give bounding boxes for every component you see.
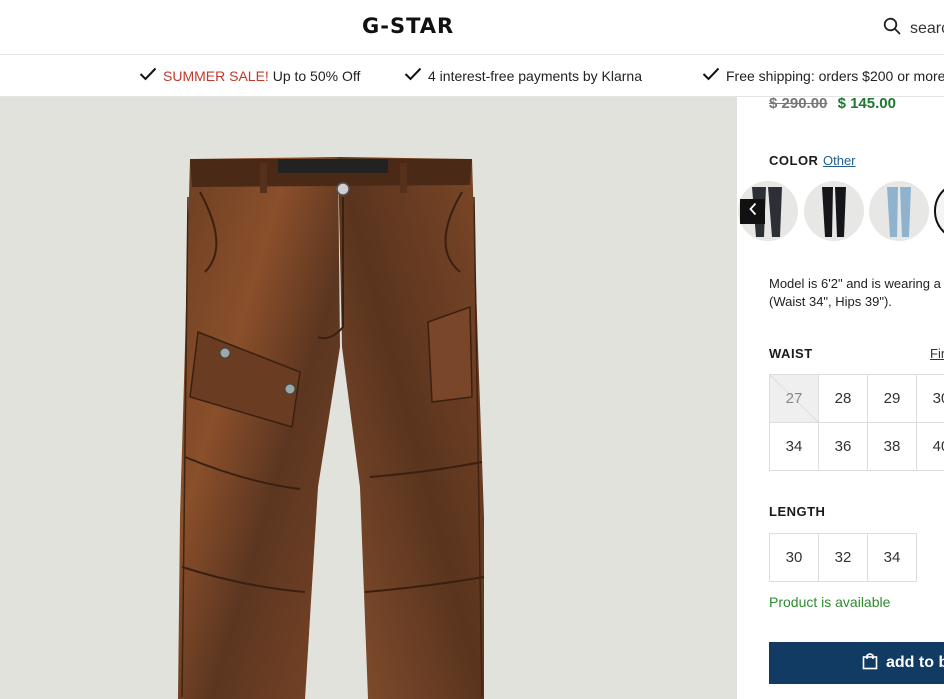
pants-illustration [178, 157, 485, 699]
length-size-grid: 30 32 34 [769, 533, 917, 582]
usp-item-sale[interactable]: SUMMER SALE! Up to 50% Off [139, 67, 360, 84]
search-icon[interactable] [883, 17, 901, 40]
waist-size-option[interactable]: 29 [868, 375, 917, 423]
model-info-line-2: (Waist 34", Hips 39"). [769, 294, 892, 309]
color-swatch-light-blue[interactable] [869, 181, 929, 241]
waist-size-option[interactable]: 34 [770, 423, 819, 471]
search-bar[interactable]: searc [883, 17, 944, 40]
color-swatch-selected[interactable] [934, 181, 944, 241]
search-input[interactable]: searc [910, 20, 944, 38]
model-info: Model is 6'2" and is wearing a (Waist 34… [769, 275, 941, 311]
add-to-bag-label: add to b [886, 654, 944, 671]
sale-price: $ 145.00 [837, 97, 896, 112]
length-size-option[interactable]: 32 [819, 534, 868, 582]
brand-logo[interactable]: G-STAR [362, 14, 454, 38]
usp-text: Free shipping: orders $200 or more [726, 67, 944, 84]
product-image[interactable] [0, 97, 737, 699]
checkmark-icon [404, 67, 422, 84]
color-value-link[interactable]: Other [823, 153, 856, 168]
waist-size-option[interactable]: 36 [819, 423, 868, 471]
availability-status: Product is available [769, 594, 891, 610]
waist-size-option[interactable]: 30 [917, 375, 944, 423]
length-size-option[interactable]: 34 [868, 534, 917, 582]
add-to-bag-button[interactable]: add to b [769, 642, 944, 684]
original-price: $ 290.00 [769, 97, 828, 112]
usp-item-klarna[interactable]: 4 interest-free payments by Klarna [404, 67, 642, 84]
waist-size-option[interactable]: 40 [917, 423, 944, 471]
swatch-prev-button[interactable] [740, 199, 765, 224]
usp-bar: SUMMER SALE! Up to 50% Off 4 interest-fr… [0, 56, 944, 97]
waist-label: WAIST [769, 346, 813, 361]
site-header: G-STAR searc [0, 0, 944, 55]
waist-size-option[interactable]: 27 [770, 375, 819, 423]
color-label: COLOR [769, 153, 819, 168]
length-size-option[interactable]: 30 [770, 534, 819, 582]
size-guide-link[interactable]: Find [930, 346, 944, 361]
usp-text: Up to 50% Off [268, 67, 361, 84]
product-details-panel: $ 290.00 $ 145.00 COLOR Other Model is 6… [737, 97, 944, 699]
waist-size-grid: 27 28 29 30 34 36 38 40 [769, 374, 944, 471]
chevron-left-icon [748, 202, 758, 221]
checkmark-icon [139, 67, 157, 84]
usp-text: 4 interest-free payments by Klarna [428, 67, 642, 84]
waist-size-option[interactable]: 38 [868, 423, 917, 471]
checkmark-icon [702, 67, 720, 84]
shopping-bag-icon [862, 652, 878, 675]
length-label: LENGTH [769, 504, 826, 519]
color-swatch-black[interactable] [804, 181, 864, 241]
sale-highlight: SUMMER SALE! [163, 67, 269, 84]
usp-item-shipping[interactable]: Free shipping: orders $200 or more [702, 67, 944, 84]
price-row: $ 290.00 $ 145.00 [769, 97, 896, 112]
model-info-line-1: Model is 6'2" and is wearing a [769, 276, 941, 291]
waist-size-option[interactable]: 28 [819, 375, 868, 423]
